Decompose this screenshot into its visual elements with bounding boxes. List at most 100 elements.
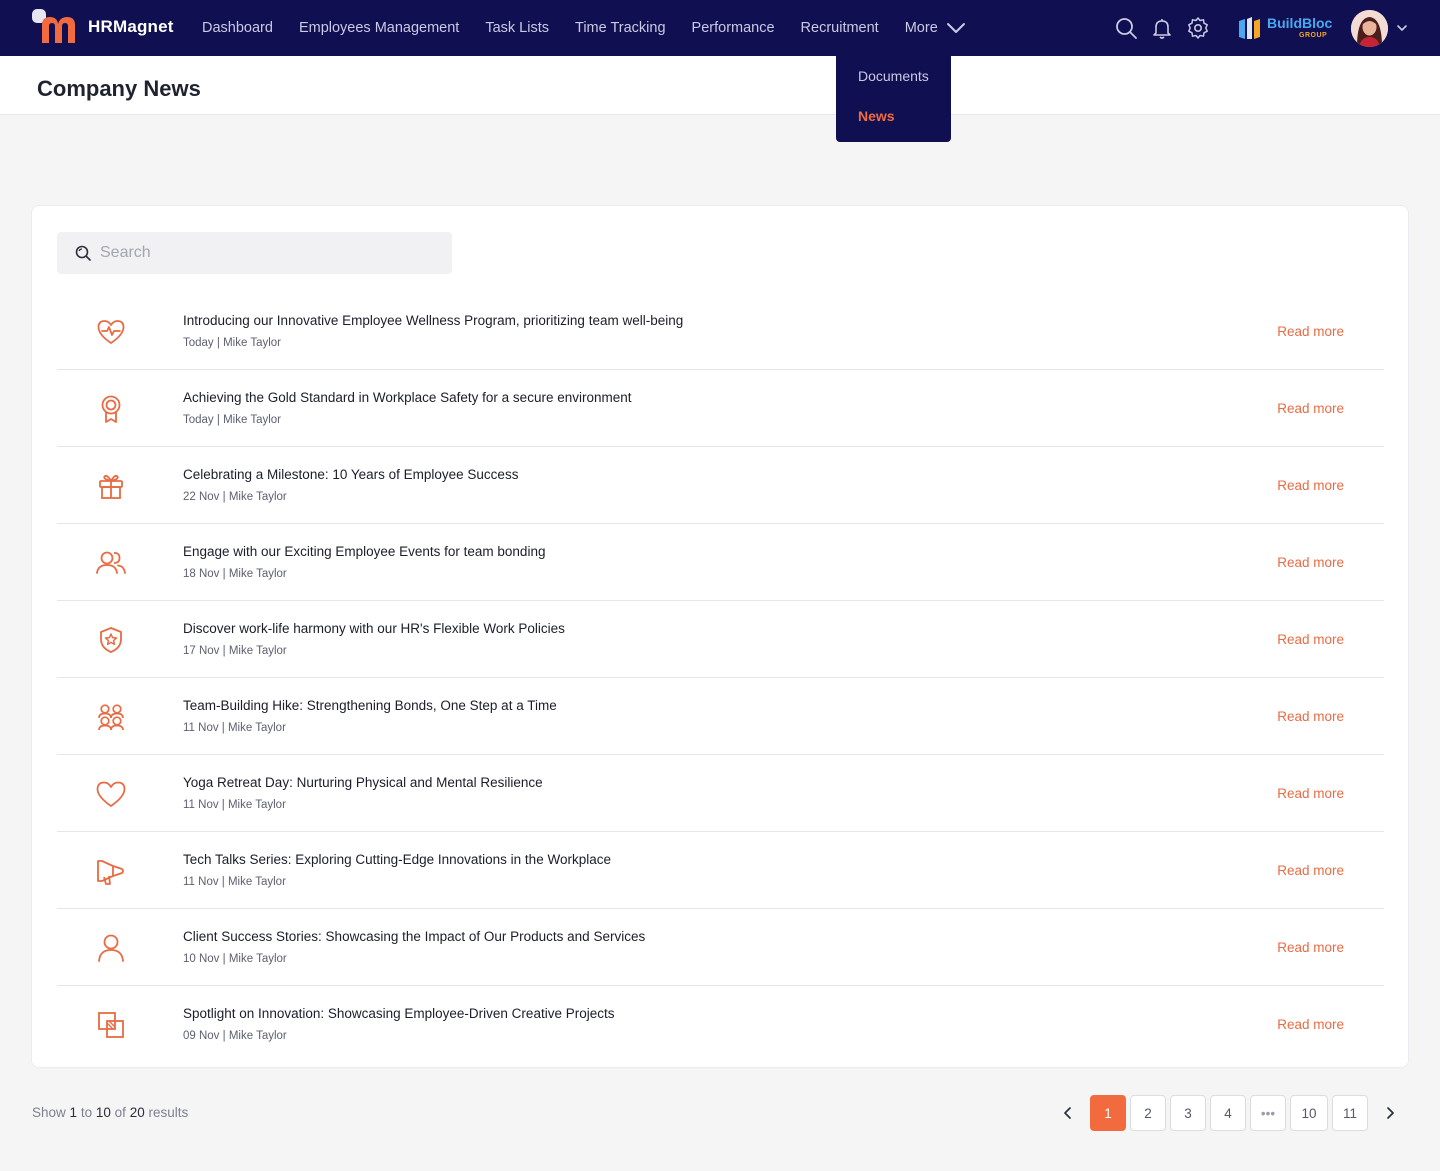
nav-item-more[interactable]: More [905,20,966,36]
page-title: Company News [37,76,201,101]
users-icon [96,551,126,574]
read-more-link[interactable]: Read more [1277,786,1344,801]
search-box[interactable] [57,232,452,274]
results-to-word: to [80,1105,93,1120]
news-meta: 11 Nov | Mike Taylor [183,876,286,888]
news-card: Introducing our Innovative Employee Well… [31,205,1409,1068]
bell-icon[interactable] [1150,16,1174,40]
list-item: Yoga Retreat Day: Nurturing Physical and… [57,755,1384,832]
results-to: 10 [95,1105,111,1120]
news-meta: 10 Nov | Mike Taylor [183,953,287,965]
brand-logo-icon [32,9,80,45]
megaphone-icon [97,860,124,885]
news-meta: Today | Mike Taylor [183,414,282,426]
nav-item-performance[interactable]: Performance [692,20,775,36]
menu-item-documents[interactable]: Documents [858,68,929,84]
list-item: Celebrating a Milestone: 10 Years of Emp… [57,447,1384,524]
news-meta: 09 Nov | Mike Taylor [183,1030,287,1042]
avatar[interactable] [1351,10,1388,47]
results-prefix: Show [32,1105,66,1120]
results-total: 20 [129,1105,145,1120]
nav-item-employees-management[interactable]: Employees Management [299,20,459,36]
news-meta: Today | Mike Taylor [183,337,282,349]
read-more-link[interactable]: Read more [1277,863,1344,878]
results-of-word: of [114,1105,126,1120]
list-item: Spotlight on Innovation: Showcasing Empl… [57,986,1384,1063]
news-title[interactable]: Discover work-life harmony with our HR's… [183,621,565,636]
search-icon[interactable] [1114,16,1138,40]
page-button-3[interactable]: 3 [1170,1095,1206,1131]
read-more-link[interactable]: Read more [1277,1017,1344,1032]
layers-icon [98,1012,124,1038]
award-icon [101,395,121,423]
gear-icon[interactable] [1186,16,1210,40]
list-item: Achieving the Gold Standard in Workplace… [57,370,1384,447]
user-avatar-icon [1351,10,1388,47]
page-button-1[interactable]: 1 [1090,1095,1126,1131]
chevron-down-icon [946,23,965,33]
nav-item-time-tracking[interactable]: Time Tracking [575,20,666,36]
nav-item-recruitment[interactable]: Recruitment [801,20,879,36]
page-button-10[interactable]: 10 [1290,1095,1328,1131]
page-button-4[interactable]: 4 [1210,1095,1246,1131]
list-item: Client Success Stories: Showcasing the I… [57,909,1384,986]
chevron-down-icon[interactable] [1396,22,1408,34]
chevron-left-icon [1064,1107,1071,1119]
read-more-link[interactable]: Read more [1277,478,1344,493]
page-ellipsis: ••• [1250,1095,1286,1131]
more-dropdown-menu: Documents News [836,56,951,142]
gift-icon [99,474,123,499]
nav-item-task-lists[interactable]: Task Lists [485,20,549,36]
results-from: 1 [69,1105,78,1120]
main-nav: Dashboard Employees Management Task List… [202,0,992,56]
heart-icon [96,781,126,807]
brand-name: HRMagnet [88,17,174,36]
news-title[interactable]: Introducing our Innovative Employee Well… [183,313,683,328]
news-meta: 18 Nov | Mike Taylor [183,568,287,580]
buildbloc-logo-icon [1239,17,1260,39]
menu-item-news[interactable]: News [858,108,895,124]
heart-pulse-icon [97,320,125,344]
list-item: Team-Building Hike: Strengthening Bonds,… [57,678,1384,755]
page-header: Company News [0,56,1440,115]
page-button-2[interactable]: 2 [1130,1095,1166,1131]
nav-more-label: More [904,20,938,36]
news-title[interactable]: Celebrating a Milestone: 10 Years of Emp… [183,467,518,482]
company-name: BuildBloc [1267,15,1333,31]
news-title[interactable]: Team-Building Hike: Strengthening Bonds,… [183,698,557,713]
news-meta: 11 Nov | Mike Taylor [183,799,286,811]
list-item: Introducing our Innovative Employee Well… [57,293,1384,370]
chevron-right-icon [1387,1107,1394,1119]
news-title[interactable]: Tech Talks Series: Exploring Cutting-Edg… [183,852,611,867]
read-more-link[interactable]: Read more [1277,632,1344,647]
company-logo[interactable]: BuildBloc GROUP [1237,12,1333,44]
page-button-11[interactable]: 11 [1332,1095,1368,1131]
user-icon [98,934,124,962]
nav-item-dashboard[interactable]: Dashboard [202,20,273,36]
news-meta: 11 Nov | Mike Taylor [183,722,286,734]
list-item: Discover work-life harmony with our HR's… [57,601,1384,678]
team-icon [98,704,124,731]
results-summary: Show 1 to 10 of 20 results [32,1105,188,1120]
results-suffix: results [148,1105,189,1120]
news-meta: 22 Nov | Mike Taylor [183,491,287,503]
search-input[interactable] [100,244,400,262]
read-more-link[interactable]: Read more [1277,401,1344,416]
read-more-link[interactable]: Read more [1277,940,1344,955]
next-page-button[interactable] [1372,1095,1408,1131]
news-title[interactable]: Yoga Retreat Day: Nurturing Physical and… [183,775,543,790]
news-meta: 17 Nov | Mike Taylor [183,645,287,657]
read-more-link[interactable]: Read more [1277,324,1344,339]
read-more-link[interactable]: Read more [1277,709,1344,724]
search-icon [75,245,91,261]
top-navbar: HRMagnet Dashboard Employees Management … [0,0,1440,56]
news-title[interactable]: Engage with our Exciting Employee Events… [183,544,545,559]
read-more-link[interactable]: Read more [1277,555,1344,570]
news-title[interactable]: Client Success Stories: Showcasing the I… [183,929,645,944]
prev-page-button[interactable] [1050,1095,1086,1131]
company-sub: GROUP [1299,32,1328,39]
news-title[interactable]: Spotlight on Innovation: Showcasing Empl… [183,1006,614,1021]
brand[interactable]: HRMagnet [32,9,174,45]
shield-star-icon [100,627,122,653]
news-title[interactable]: Achieving the Gold Standard in Workplace… [183,390,632,405]
